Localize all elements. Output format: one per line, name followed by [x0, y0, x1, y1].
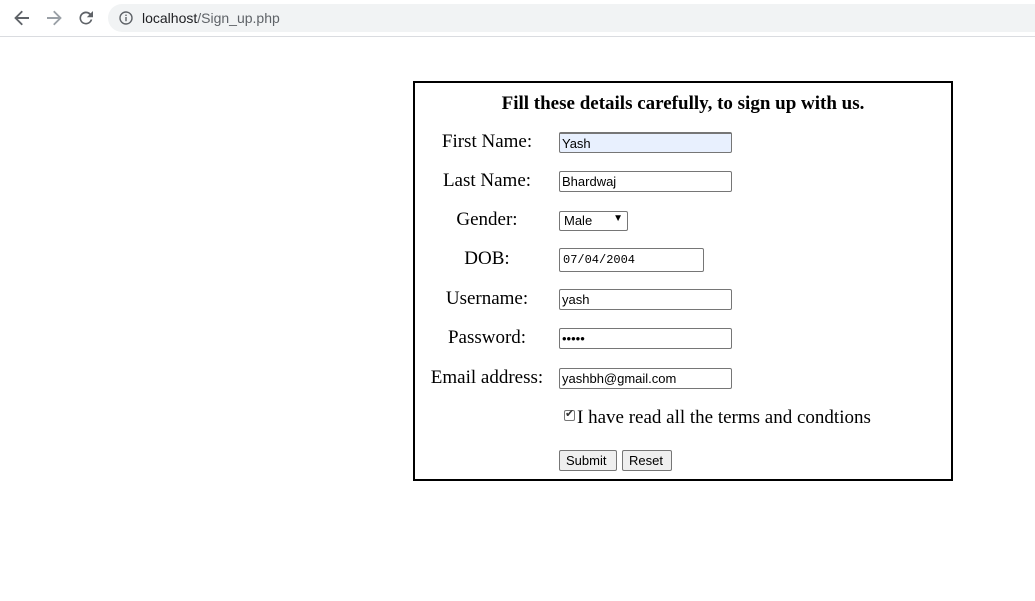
gender-select[interactable]: Male ▼: [559, 211, 628, 231]
terms-label: I have read all the terms and condtions: [577, 407, 871, 428]
dob-label: DOB:: [464, 248, 510, 269]
reset-button[interactable]: Reset: [622, 450, 672, 471]
form-title: Fill these details carefully, to sign up…: [501, 93, 865, 114]
dob-input[interactable]: 07/04/2004: [559, 248, 704, 272]
username-label: Username:: [445, 288, 529, 309]
terms-row: ✔ I have read all the terms and condtions: [564, 407, 871, 429]
terms-checkbox[interactable]: ✔: [564, 407, 575, 421]
gender-label: Gender:: [456, 209, 518, 230]
last-name-label: Last Name:: [442, 170, 532, 191]
password-label: Password:: [447, 327, 527, 348]
dropdown-arrow-icon: ▼: [613, 213, 623, 224]
url-host: localhost: [142, 10, 198, 26]
url-text[interactable]: localhost/Sign_up.php: [142, 10, 280, 26]
email-input[interactable]: [559, 368, 732, 389]
address-bar[interactable]: localhost/Sign_up.php: [108, 4, 1035, 32]
username-input[interactable]: [559, 289, 732, 310]
signup-form: Fill these details carefully, to sign up…: [413, 81, 953, 481]
email-label: Email address:: [430, 367, 544, 388]
back-arrow-icon[interactable]: [10, 6, 34, 30]
password-input[interactable]: [559, 328, 732, 349]
first-name-input[interactable]: [559, 132, 732, 153]
gender-select-value: Male: [564, 213, 593, 228]
last-name-input[interactable]: [559, 171, 732, 192]
first-name-label: First Name:: [441, 131, 533, 152]
forward-arrow-icon[interactable]: [42, 6, 66, 30]
browser-toolbar: localhost/Sign_up.php: [0, 0, 1035, 37]
url-path: /Sign_up.php: [197, 10, 280, 26]
submit-button[interactable]: Submit: [559, 450, 617, 471]
reload-icon[interactable]: [74, 6, 98, 30]
info-icon[interactable]: [119, 11, 133, 25]
checkmark-icon: ✔: [565, 407, 575, 420]
